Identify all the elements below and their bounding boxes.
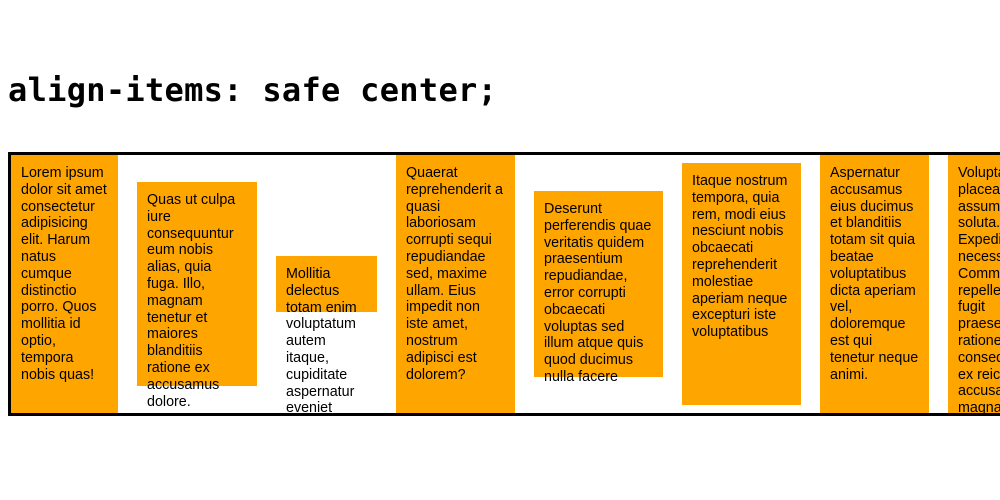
flex-item: Quaerat reprehenderit a quasi laboriosam… — [396, 155, 515, 413]
flex-container: Lorem ipsum dolor sit amet consectetur a… — [8, 152, 1000, 416]
flex-item: Quas ut culpa iure consequuntur eum nobi… — [137, 182, 257, 410]
flex-item: Mollitia delectus totam enim voluptatum … — [276, 256, 377, 413]
flex-item: Aspernatur accusamus eius ducimus et bla… — [820, 155, 929, 413]
flex-item: Deserunt perferendis quae veritatis quid… — [534, 191, 663, 385]
flex-item: Itaque nostrum tempora, quia rem, modi e… — [682, 163, 801, 405]
flex-item: Voluptates placeat assumenda soluta. Exp… — [948, 155, 1000, 413]
flex-item: Lorem ipsum dolor sit amet consectetur a… — [11, 155, 118, 413]
page-title: align-items: safe center; — [8, 71, 498, 109]
